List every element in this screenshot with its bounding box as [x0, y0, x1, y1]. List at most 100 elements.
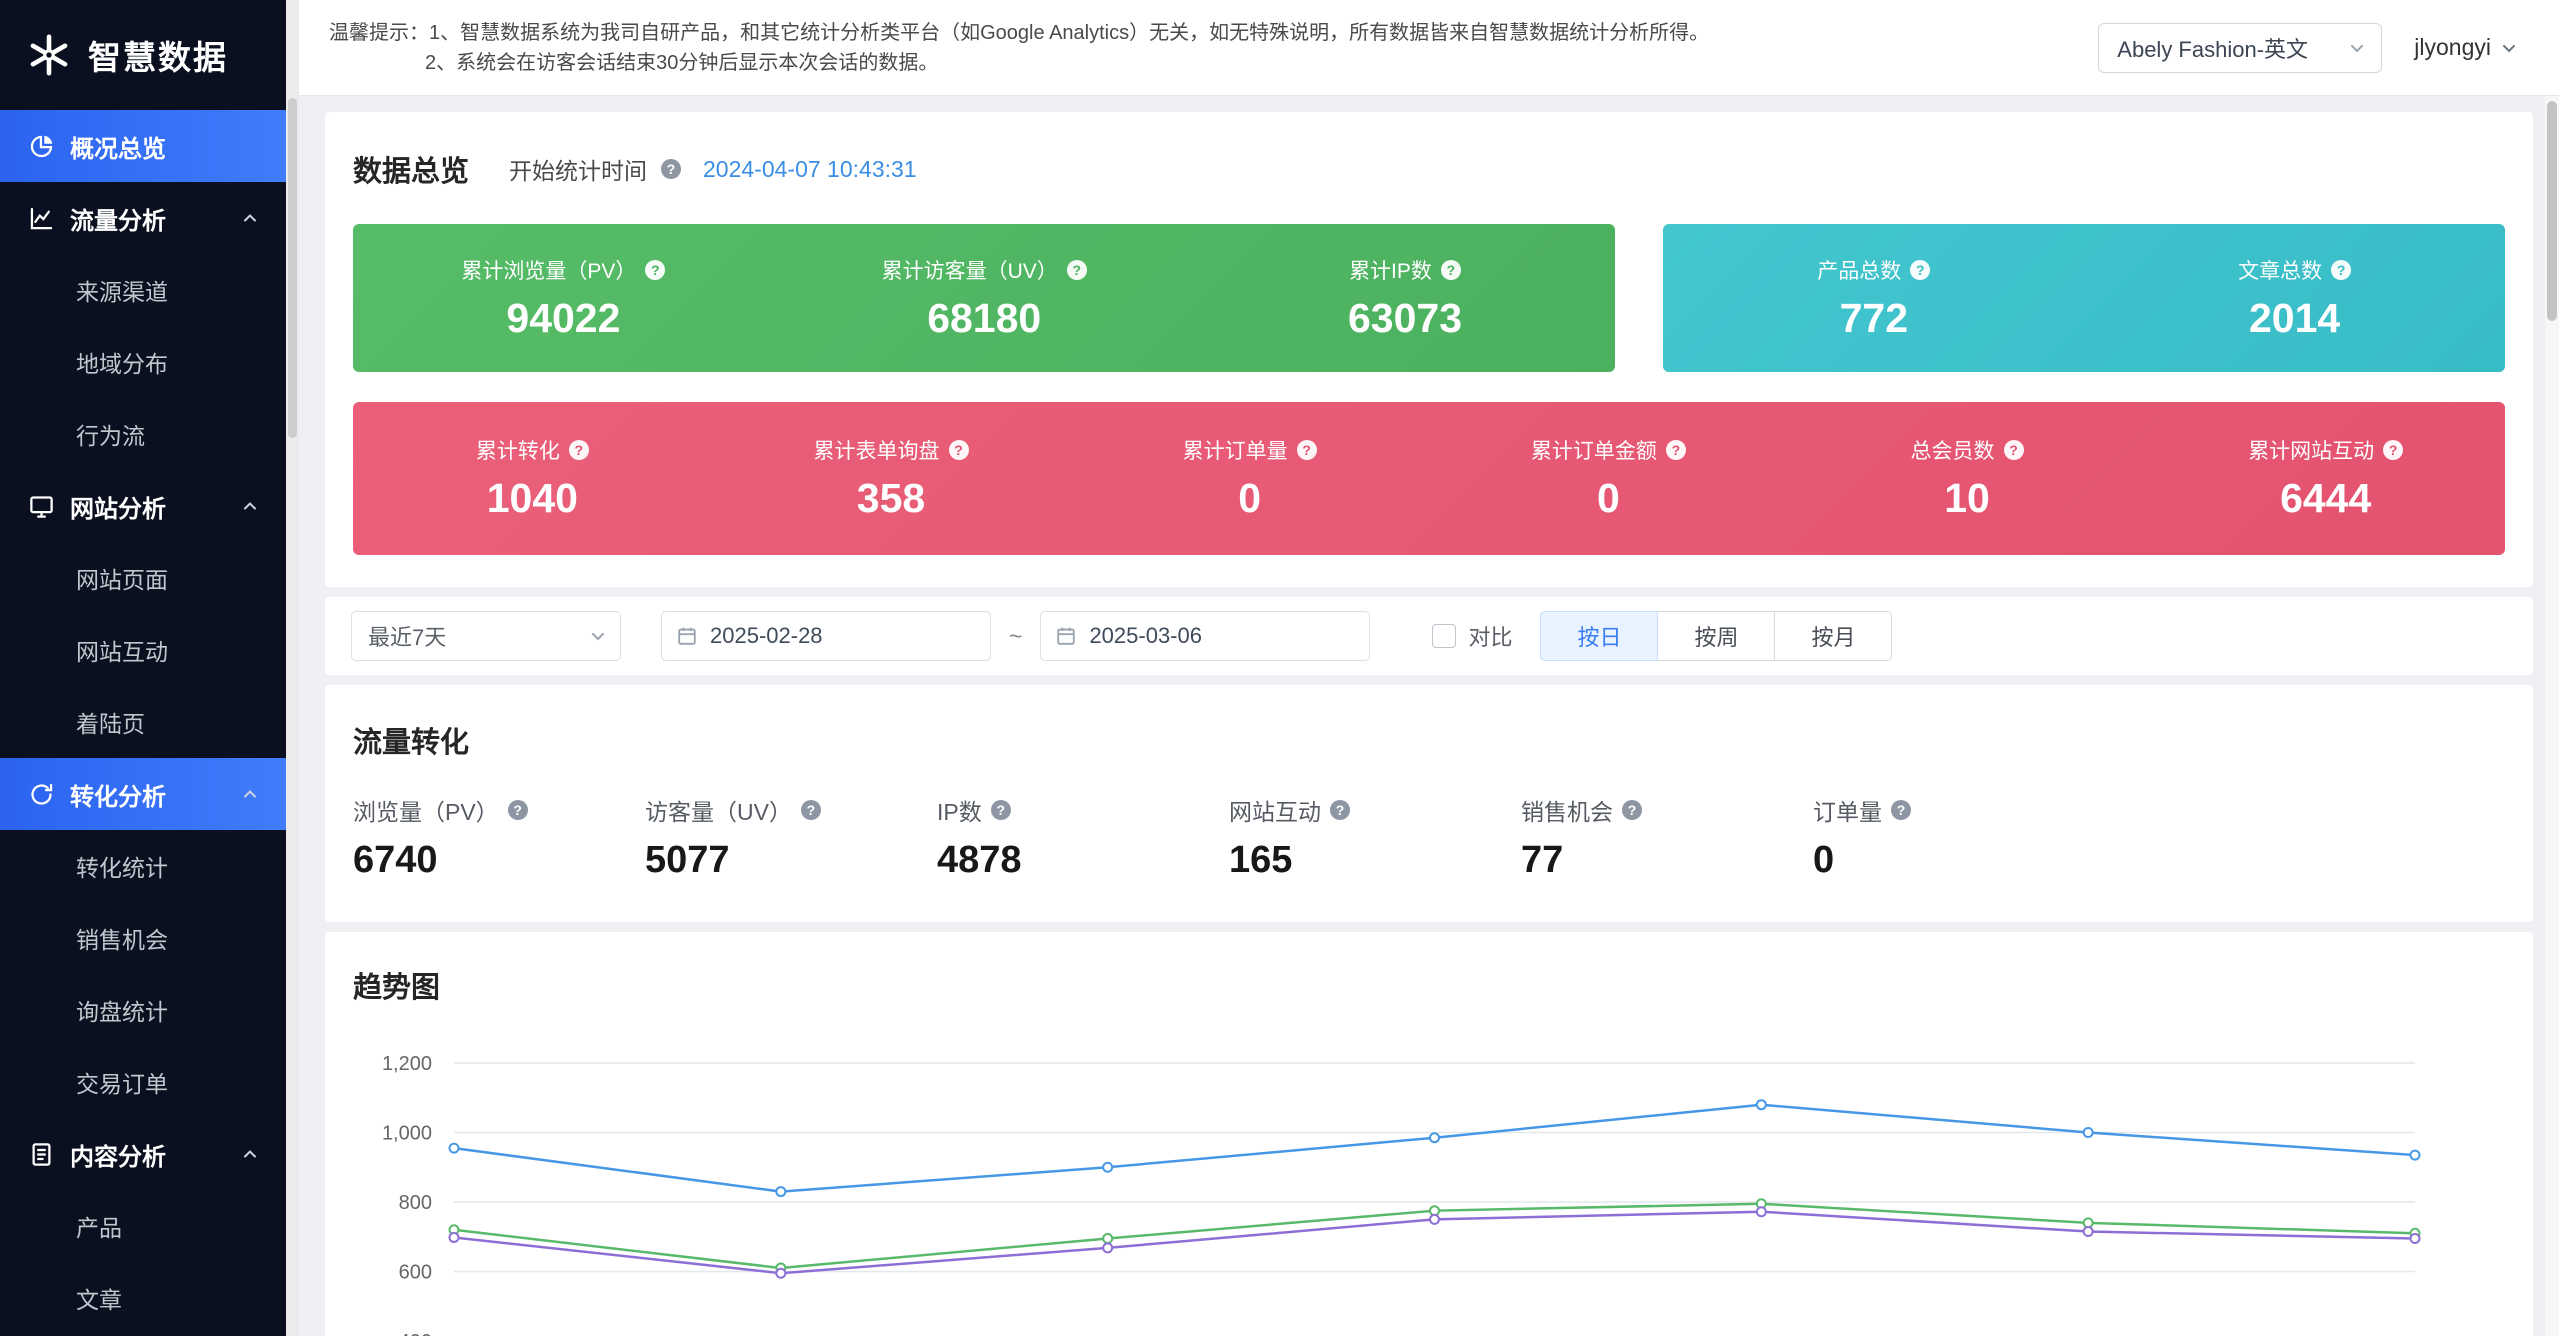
pv-uv-ip-card: 累计浏览量（PV） ? 94022 累计访客量（UV） ? 68180 累计IP… [353, 224, 1615, 372]
help-icon[interactable]: ? [1891, 800, 1911, 820]
chevron-up-icon[interactable] [240, 496, 260, 516]
stat-value: 5077 [645, 839, 937, 882]
compare-label: 对比 [1468, 620, 1512, 652]
app-root: 智慧数据 概况总览 流量分析 来源渠道 地域分布 行为流 网站分析 [0, 0, 2559, 1336]
sidebar-subitem[interactable]: 询盘统计 [0, 974, 286, 1046]
sidebar-group: 流量分析 来源渠道 地域分布 行为流 [0, 182, 286, 470]
page-content: 数据总览 开始统计时间 ? 2024-04-07 10:43:31 累计浏览量（… [299, 96, 2559, 1336]
stat-label: 累计访客量（UV） [882, 255, 1058, 285]
scrollbar-thumb[interactable] [288, 98, 297, 438]
stat-item: 累计IP数 ? 63073 [1195, 224, 1616, 372]
sidebar-item-4[interactable]: 内容分析 [0, 1118, 286, 1190]
date-range-select[interactable]: 最近7天 [351, 611, 621, 661]
date-from-input[interactable]: 2025-02-28 [661, 611, 991, 661]
sidebar: 智慧数据 概况总览 流量分析 来源渠道 地域分布 行为流 网站分析 [0, 0, 286, 1336]
help-icon[interactable]: ? [949, 440, 969, 460]
stat-item: 订单量 ? 0 [1813, 793, 2105, 882]
stat-value: 6740 [353, 839, 645, 882]
help-icon[interactable]: ? [1297, 440, 1317, 460]
chevron-up-icon[interactable] [240, 208, 260, 228]
date-to-input[interactable]: 2025-03-06 [1040, 611, 1370, 661]
help-icon[interactable]: ? [508, 800, 528, 820]
stat-label: 累计订单量 [1183, 435, 1288, 465]
stat-label: 浏览量（PV） [353, 793, 499, 827]
sidebar-group: 内容分析 产品 文章 [0, 1118, 286, 1334]
sidebar-subitem[interactable]: 转化统计 [0, 830, 286, 902]
date-to-value: 2025-03-06 [1089, 623, 1202, 649]
scrollbar-thumb[interactable] [2547, 101, 2557, 321]
start-time-label: 开始统计时间 [509, 152, 647, 186]
notice-line-1: 温馨提示：1、智慧数据系统为我司自研产品，和其它统计分析类平台（如Google … [329, 18, 1709, 48]
trend-chart-title: 趋势图 [353, 964, 2505, 1006]
date-from-value: 2025-02-28 [710, 623, 823, 649]
sidebar-item-1[interactable]: 流量分析 [0, 182, 286, 254]
stat-item: 产品总数 ? 772 [1663, 224, 2084, 372]
date-separator: ~ [1009, 623, 1022, 650]
sidebar-subitem[interactable]: 行为流 [0, 398, 286, 470]
sidebar-subitem[interactable]: 网站互动 [0, 614, 286, 686]
stat-item: 网站互动 ? 165 [1229, 793, 1521, 882]
help-icon[interactable]: ? [991, 800, 1011, 820]
sidebar-item-3[interactable]: 转化分析 [0, 758, 286, 830]
trend-chart-card: 趋势图 1,2001,000800600400 [325, 932, 2533, 1336]
stat-item: 浏览量（PV） ? 6740 [353, 793, 645, 882]
stat-item: 销售机会 ? 77 [1521, 793, 1813, 882]
compare-checkbox[interactable] [1432, 624, 1456, 648]
help-icon[interactable]: ? [1910, 260, 1930, 280]
main-area: 温馨提示：1、智慧数据系统为我司自研产品，和其它统计分析类平台（如Google … [299, 0, 2559, 1336]
sidebar-subitem[interactable]: 来源渠道 [0, 254, 286, 326]
sidebar-subitem[interactable]: 销售机会 [0, 902, 286, 974]
sidebar-subitem[interactable]: 产品 [0, 1190, 286, 1262]
sidebar-subitem[interactable]: 网站页面 [0, 542, 286, 614]
granularity-week-button[interactable]: 按周 [1657, 611, 1775, 661]
site-selector-dropdown[interactable]: Abely Fashion-英文 [2098, 23, 2382, 73]
sidebar-item-2[interactable]: 网站分析 [0, 470, 286, 542]
help-icon[interactable]: ? [1441, 260, 1461, 280]
document-icon [28, 1141, 55, 1168]
help-icon[interactable]: ? [569, 440, 589, 460]
calendar-icon [676, 625, 698, 647]
overview-card: 数据总览 开始统计时间 ? 2024-04-07 10:43:31 累计浏览量（… [325, 112, 2533, 587]
user-menu[interactable]: jlyongyi [2414, 34, 2519, 61]
granularity-day-button[interactable]: 按日 [1540, 611, 1658, 661]
traffic-conversion-card: 流量转化 浏览量（PV） ? 6740 访客量（UV） ? 5077 IP数 ?… [325, 685, 2533, 922]
help-icon[interactable]: ? [2383, 440, 2403, 460]
help-icon[interactable]: ? [2331, 260, 2351, 280]
sidebar-subitem[interactable]: 交易订单 [0, 1046, 286, 1118]
stat-value: 2014 [2249, 295, 2340, 342]
stat-label: 累计网站互动 [2248, 435, 2374, 465]
sidebar-subitem[interactable]: 地域分布 [0, 326, 286, 398]
svg-text:800: 800 [399, 1192, 432, 1214]
stat-label: 网站互动 [1229, 793, 1321, 827]
compare-toggle[interactable]: 对比 [1432, 620, 1512, 652]
help-icon[interactable]: ? [1666, 440, 1686, 460]
vertical-scrollbar-right[interactable] [2545, 96, 2559, 1336]
refresh-icon [28, 781, 55, 808]
stat-label: 累计订单金额 [1531, 435, 1657, 465]
chevron-up-icon[interactable] [240, 784, 260, 804]
help-icon[interactable]: ? [801, 800, 821, 820]
sidebar-item-label: 流量分析 [70, 201, 166, 236]
help-icon[interactable]: ? [645, 260, 665, 280]
stat-value: 10 [1944, 475, 1990, 522]
chevron-down-icon [2347, 38, 2367, 58]
help-icon[interactable]: ? [1330, 800, 1350, 820]
stat-value: 165 [1229, 839, 1521, 882]
stat-label: 累计浏览量（PV） [461, 255, 636, 285]
start-time-value[interactable]: 2024-04-07 10:43:31 [703, 156, 917, 183]
chevron-up-icon[interactable] [240, 1144, 260, 1164]
vertical-scrollbar-left[interactable] [286, 0, 299, 1336]
help-icon[interactable]: ? [1622, 800, 1642, 820]
help-icon[interactable]: ? [1067, 260, 1087, 280]
granularity-month-button[interactable]: 按月 [1774, 611, 1892, 661]
sidebar-subitem[interactable]: 文章 [0, 1262, 286, 1334]
sidebar-item-label: 转化分析 [70, 777, 166, 812]
stat-value: 358 [857, 475, 925, 522]
help-icon[interactable]: ? [2004, 440, 2024, 460]
sidebar-item-0[interactable]: 概况总览 [0, 110, 286, 182]
sidebar-subitem[interactable]: 着陆页 [0, 686, 286, 758]
sidebar-submenu: 来源渠道 地域分布 行为流 [0, 254, 286, 470]
help-icon[interactable]: ? [661, 159, 681, 179]
filter-bar: 最近7天 2025-02-28 ~ 2025-03-06 对比 [325, 597, 2533, 675]
pie-chart-icon [28, 133, 55, 160]
